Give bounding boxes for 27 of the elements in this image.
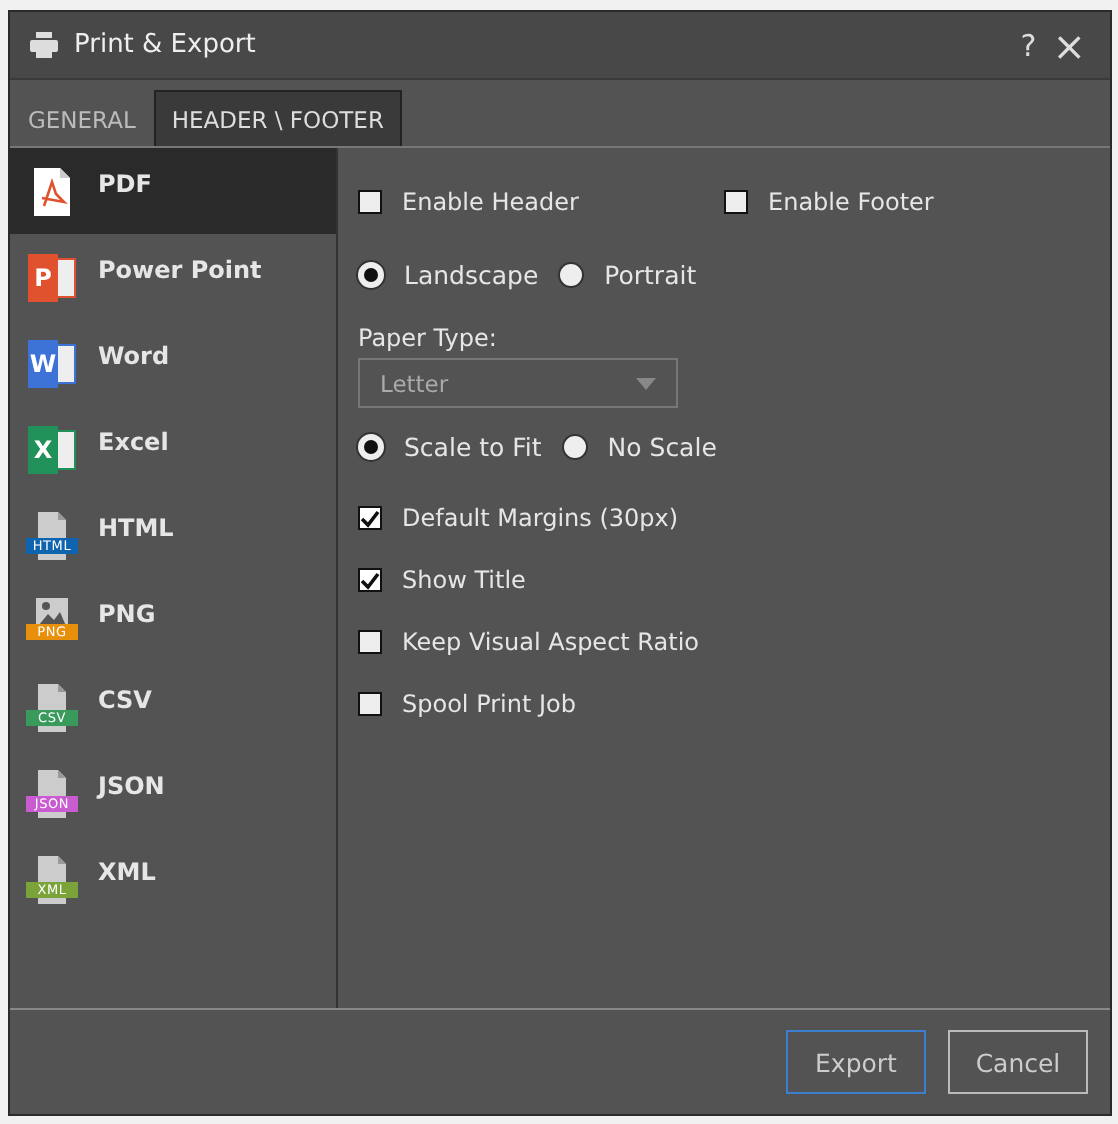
checkbox[interactable]: Spool Print Job [358, 690, 724, 718]
close-button[interactable]: × [1044, 27, 1094, 63]
export-button[interactable]: Export [786, 1030, 926, 1094]
checkmark-icon [360, 571, 380, 589]
help-button[interactable]: ? [1012, 27, 1045, 63]
checkbox[interactable]: Show Title [358, 566, 724, 594]
paper-type-dropdown[interactable]: Letter [358, 358, 678, 408]
printer-icon [30, 32, 58, 58]
format-item[interactable]: X Excel [10, 406, 336, 492]
radio-button[interactable]: Portrait [558, 259, 697, 289]
checkbox[interactable]: Keep Visual Aspect Ratio [358, 628, 724, 656]
pdf-file-icon [34, 167, 70, 215]
caret-icon [636, 377, 656, 389]
format-item[interactable]: W Word [10, 320, 336, 406]
window-title: Print & Export [74, 30, 256, 60]
checkbox[interactable]: Enable Footer [724, 188, 1090, 216]
radio-button[interactable]: No Scale [561, 431, 717, 461]
radio-button[interactable]: Scale to Fit [358, 431, 542, 461]
tab[interactable]: HEADER \ FOOTER [153, 90, 402, 146]
radio-button[interactable]: Landscape [358, 259, 539, 289]
checkmark-icon [360, 509, 380, 527]
checkbox[interactable]: Default Margins (30px) [358, 504, 724, 532]
format-item[interactable]: P Power Point [10, 234, 336, 320]
cancel-button[interactable]: Cancel [948, 1030, 1088, 1094]
format-item[interactable]: PDF [10, 148, 336, 234]
checkbox[interactable]: Enable Header [358, 188, 724, 216]
field-label: Paper Type: [358, 324, 499, 352]
